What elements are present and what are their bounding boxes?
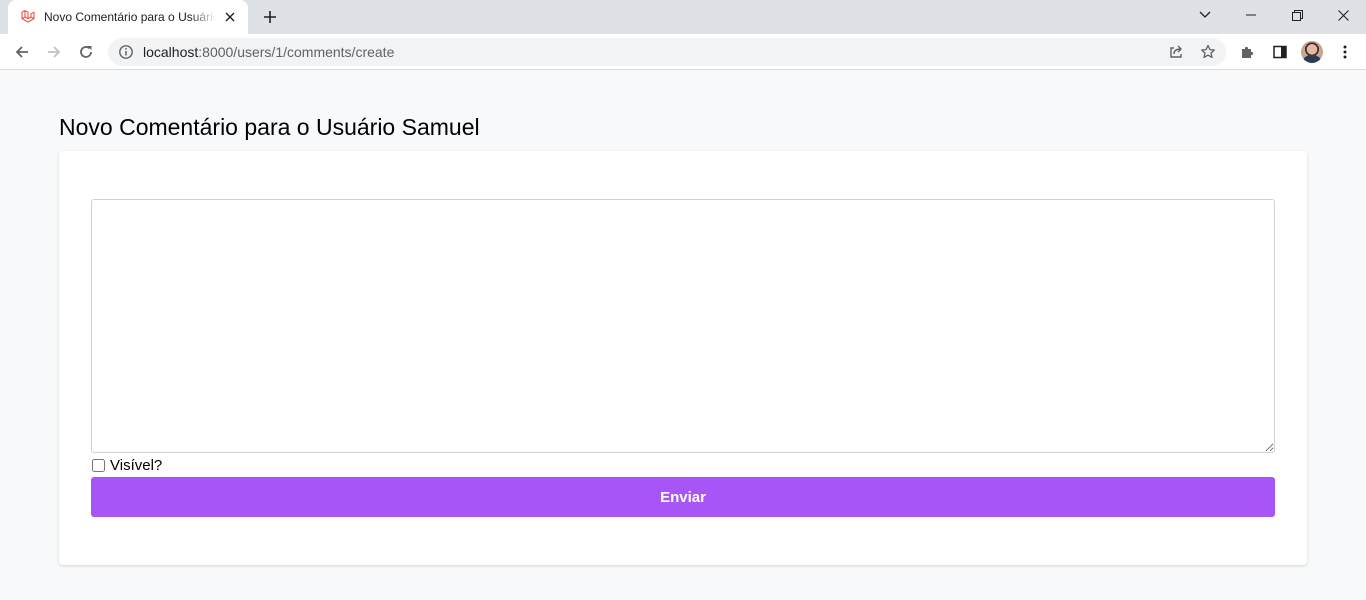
laravel-icon [20, 9, 36, 25]
puzzle-icon[interactable] [1236, 40, 1260, 64]
arrow-right-icon[interactable] [40, 38, 68, 66]
submit-button[interactable]: Enviar [91, 477, 1275, 517]
share-icon[interactable] [1164, 40, 1188, 64]
reload-icon[interactable] [72, 38, 100, 66]
page-title: Novo Comentário para o Usuário Samuel [59, 114, 480, 140]
tab-strip: Novo Comentário para o Usuário Samuel [0, 0, 1366, 34]
minimize-icon[interactable] [1228, 0, 1274, 30]
tab-title: Novo Comentário para o Usuário Samuel [44, 10, 216, 24]
browser-toolbar: localhost:8000/users/1/comments/create [0, 34, 1366, 70]
visible-label: Visível? [110, 456, 163, 474]
restore-icon[interactable] [1274, 0, 1320, 30]
address-bar[interactable]: localhost:8000/users/1/comments/create [108, 38, 1226, 66]
chevron-down-icon[interactable] [1182, 0, 1228, 30]
close-icon[interactable] [222, 9, 238, 25]
visible-checkbox-row: Visível? [91, 456, 162, 474]
visible-checkbox[interactable] [92, 458, 105, 472]
url-path: :8000/users/1/comments/create [198, 44, 395, 60]
url-host: localhost [143, 44, 199, 60]
window-close-icon[interactable] [1320, 0, 1366, 30]
avatar[interactable] [1301, 41, 1323, 63]
info-icon[interactable] [118, 44, 134, 60]
browser-tab[interactable]: Novo Comentário para o Usuário Samuel [8, 0, 248, 34]
star-icon[interactable] [1196, 40, 1220, 64]
comment-form-card: Visível? Enviar [59, 151, 1307, 565]
plus-icon[interactable] [260, 7, 280, 27]
comment-textarea[interactable] [91, 199, 1275, 453]
url-text: localhost:8000/users/1/comments/create [143, 44, 394, 60]
arrow-left-icon[interactable] [8, 38, 36, 66]
side-panel-icon[interactable] [1268, 40, 1292, 64]
kebab-menu-icon[interactable] [1333, 40, 1357, 64]
